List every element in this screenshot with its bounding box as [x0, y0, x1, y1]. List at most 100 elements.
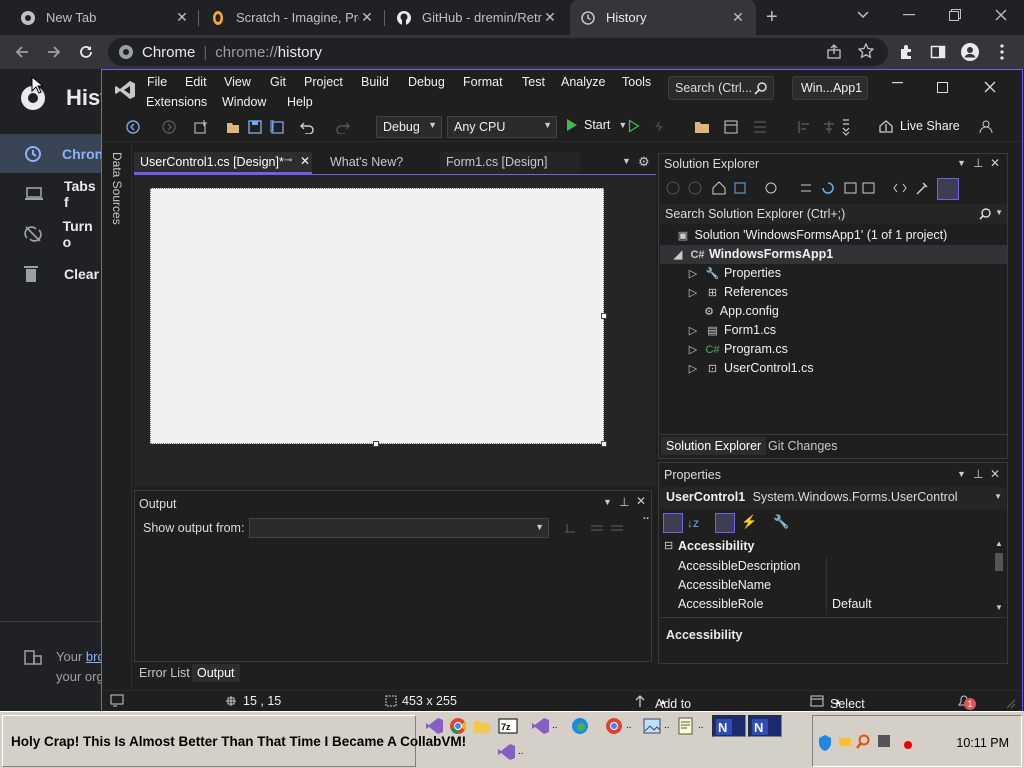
- history-nav-tabs-from-devices[interactable]: Tabs f: [0, 175, 102, 213]
- vs-window-button-active[interactable]: N: [712, 715, 746, 737]
- scroll-down-icon[interactable]: ▼: [995, 603, 1003, 612]
- menu-build[interactable]: Build: [361, 75, 389, 89]
- menu-format[interactable]: Format: [463, 75, 503, 89]
- toolbar-overflow-icon[interactable]: [842, 118, 850, 136]
- feedback-icon[interactable]: [978, 118, 994, 134]
- menu-file[interactable]: File: [147, 75, 167, 89]
- close-panel-icon[interactable]: ✕: [990, 467, 1000, 481]
- edge-taskbar-icon[interactable]: [570, 716, 590, 736]
- start-without-debugging-icon[interactable]: [628, 119, 640, 133]
- solution-platform-select[interactable]: Any CPU ▼: [447, 116, 557, 138]
- close-icon[interactable]: ✕: [542, 9, 558, 26]
- resize-grip-icon[interactable]: [1006, 699, 1016, 709]
- events-icon[interactable]: ⚡: [741, 514, 757, 530]
- close-panel-icon[interactable]: ✕: [636, 494, 646, 508]
- tab-solution-explorer[interactable]: Solution Explorer: [661, 437, 767, 455]
- data-sources-panel[interactable]: Data Sources: [102, 142, 132, 690]
- close-panel-icon[interactable]: ✕: [990, 156, 1000, 170]
- tree-solution-node[interactable]: ▣ Solution 'WindowsFormsApp1' (1 of 1 pr…: [675, 228, 947, 242]
- menu-dots-icon[interactable]: [990, 40, 1014, 64]
- visual-studio-window-button[interactable]: ..: [530, 716, 566, 736]
- menu-tools[interactable]: Tools: [622, 75, 651, 89]
- tab-new-tab[interactable]: New Tab ✕: [10, 0, 200, 35]
- close-icon[interactable]: [984, 81, 996, 93]
- live-share-button[interactable]: Live Share: [878, 118, 960, 134]
- tab-scratch[interactable]: Scratch - Imagine, Prog ✕: [200, 0, 385, 35]
- pin-icon[interactable]: ⊸: [284, 155, 292, 166]
- menu-help[interactable]: Help: [287, 95, 313, 109]
- tray-search-icon[interactable]: [855, 734, 871, 750]
- bookmark-star-icon[interactable]: [858, 43, 874, 59]
- tree-item-properties[interactable]: ▷ 🔧 Properties: [685, 266, 781, 280]
- tab-form1-design[interactable]: Form1.cs [Design]: [440, 152, 580, 174]
- category-row[interactable]: ⊟ Accessibility: [660, 537, 992, 556]
- tree-item-program[interactable]: ▷ C# Program.cs: [685, 342, 788, 356]
- property-row[interactable]: AccessibleDescription: [660, 557, 992, 576]
- close-icon[interactable]: ✕: [174, 9, 190, 26]
- history-nav-clear-data[interactable]: Clear: [0, 255, 102, 293]
- tree-project-node[interactable]: ◢ C# WindowsFormsApp1: [660, 245, 1007, 264]
- solution-search-input[interactable]: Search Solution Explorer (Ctrl+;) ▼: [660, 204, 1007, 224]
- vs-search-box[interactable]: Search (Ctrl...: [668, 76, 774, 100]
- overflow-icon[interactable]: ⠒: [642, 513, 650, 526]
- output-source-select[interactable]: ▼: [249, 518, 549, 538]
- undo-icon[interactable]: [300, 120, 314, 134]
- property-row[interactable]: AccessibleName: [660, 576, 992, 595]
- visual-studio-taskbar-icon[interactable]: [424, 716, 444, 736]
- pin-icon[interactable]: ⊥: [973, 156, 983, 170]
- navigate-forward-icon[interactable]: [162, 120, 176, 134]
- tab-output[interactable]: Output: [192, 664, 240, 682]
- visual-studio-logo-icon[interactable]: [114, 80, 136, 100]
- new-tab-button[interactable]: +: [766, 6, 778, 29]
- layout-icon[interactable]: [724, 120, 740, 134]
- share-icon[interactable]: [826, 44, 842, 60]
- settings-gear-icon[interactable]: ⚙: [638, 154, 650, 170]
- tab-github[interactable]: GitHub - dremin/Retro ✕: [386, 0, 568, 35]
- back-icon[interactable]: [10, 40, 34, 64]
- close-icon[interactable]: ✕: [359, 9, 375, 26]
- visual-studio-window-button-2[interactable]: ..: [496, 742, 528, 762]
- minimize-icon[interactable]: [892, 82, 904, 84]
- tab-usercontrol-design[interactable]: UserControl1.cs [Design]* ⊸ ✕: [134, 152, 312, 174]
- tree-item-references[interactable]: ▷ ⊞ References: [685, 285, 788, 299]
- tree-item-app-config[interactable]: ⚙ App.config: [701, 304, 779, 318]
- panel-dropdown-icon[interactable]: ▼: [957, 158, 966, 168]
- file-explorer-taskbar-icon[interactable]: [472, 716, 492, 736]
- close-window-icon[interactable]: [978, 0, 1024, 30]
- panel-dropdown-icon[interactable]: ▼: [603, 497, 612, 507]
- history-nav-turn-off[interactable]: Turn o: [0, 215, 102, 253]
- maximize-icon[interactable]: [937, 82, 949, 94]
- tray-app-icon[interactable]: [837, 734, 853, 750]
- chrome-window-button[interactable]: ..: [604, 716, 640, 736]
- menu-project[interactable]: Project: [304, 75, 343, 89]
- ready-status-icon[interactable]: [110, 693, 124, 707]
- properties-scrollbar[interactable]: ▲ ▼: [993, 539, 1005, 614]
- solution-name-badge[interactable]: Win...App1: [792, 76, 868, 100]
- tab-error-list[interactable]: Error List: [134, 664, 195, 682]
- tab-search-icon[interactable]: [840, 0, 886, 30]
- profile-icon[interactable]: [958, 40, 982, 64]
- usercontrol-design-canvas[interactable]: [150, 188, 604, 444]
- security-shield-icon[interactable]: [817, 734, 833, 752]
- menu-git[interactable]: Git: [270, 75, 286, 89]
- resize-handle-right[interactable]: [601, 313, 607, 319]
- recording-dot-icon[interactable]: [903, 740, 913, 750]
- navigate-back-icon[interactable]: [126, 120, 140, 134]
- tab-list-dropdown-icon[interactable]: ▼: [622, 156, 631, 166]
- image-viewer-window-button[interactable]: ..: [642, 716, 674, 736]
- pin-icon[interactable]: ⊥: [973, 467, 983, 481]
- output-toolbar-icons[interactable]: [563, 520, 633, 536]
- tab-whats-new[interactable]: What's New?: [324, 152, 434, 174]
- alphabetical-icon[interactable]: ↓z: [687, 516, 699, 530]
- pin-icon[interactable]: ⊥: [619, 495, 629, 509]
- properties-toggle-icon[interactable]: [937, 178, 959, 200]
- categorized-icon[interactable]: [663, 513, 683, 533]
- open-folder-icon[interactable]: [226, 120, 240, 134]
- align-grid-icon[interactable]: [752, 120, 768, 134]
- scroll-up-icon[interactable]: ▲: [995, 539, 1003, 548]
- align-left-icon[interactable]: [798, 120, 812, 134]
- property-row[interactable]: AccessibleRole Default: [660, 595, 992, 614]
- menu-window[interactable]: Window: [222, 95, 266, 109]
- new-project-icon[interactable]: [194, 120, 208, 134]
- minimize-icon[interactable]: [886, 0, 932, 30]
